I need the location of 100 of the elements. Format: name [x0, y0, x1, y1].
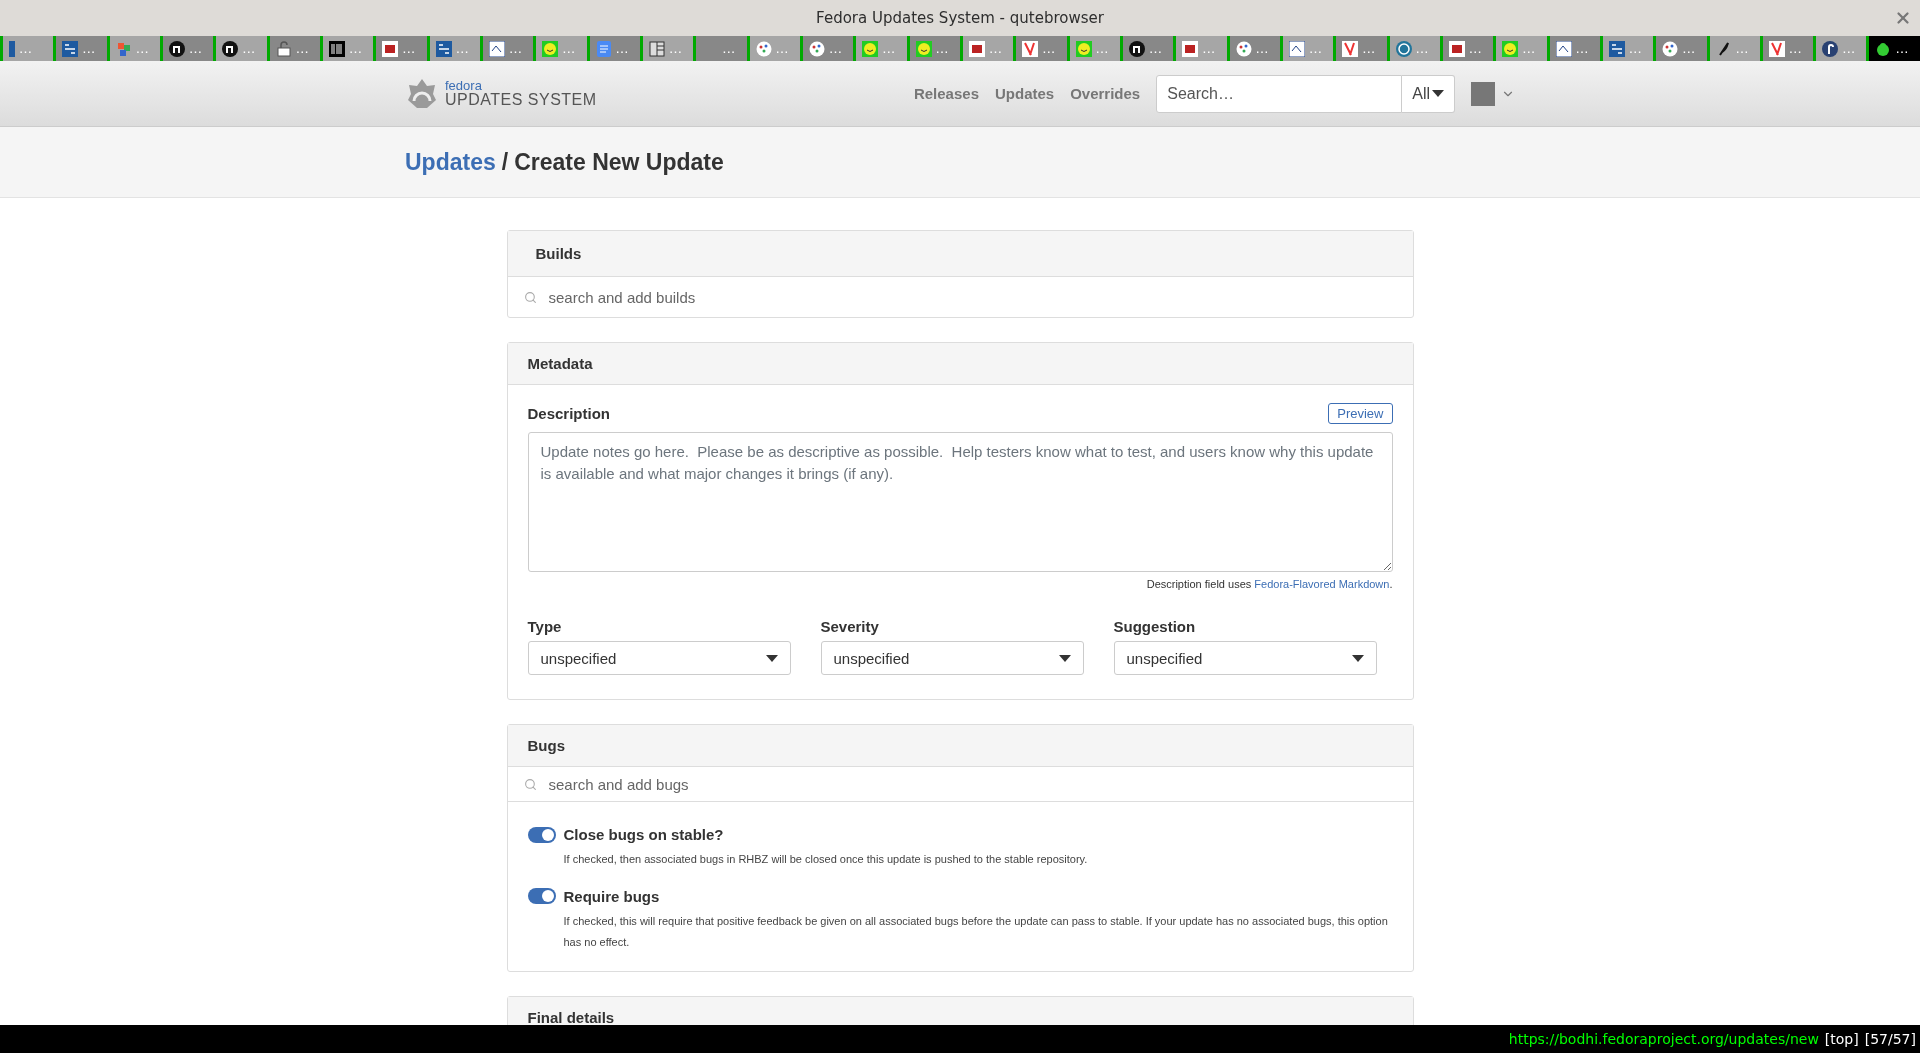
- browser-tab[interactable]: …: [106, 36, 160, 61]
- favicon-icon: [488, 40, 505, 57]
- logo-brand-text: fedora: [445, 79, 483, 92]
- browser-tab[interactable]: …: [1866, 36, 1920, 61]
- markdown-help-text: Description field uses Fedora-Flavored Markdown.: [1145, 578, 1393, 590]
- favicon-icon: [169, 40, 185, 57]
- select-field[interactable]: unspecified: [1113, 641, 1377, 675]
- browser-tab[interactable]: …: [1759, 36, 1814, 61]
- scroll-position: [top]: [1824, 1031, 1859, 1047]
- nav-link[interactable]: Updates: [995, 85, 1055, 102]
- browser-tab[interactable]: …: [1013, 36, 1067, 61]
- browser-tab[interactable]: …: [586, 36, 640, 61]
- favicon-icon: [1342, 40, 1359, 57]
- description-field[interactable]: Update notes go here. Please be as descriptive as possible. Help testers know what to test, and users know why this update is available and what major changes it brings (if any).: [527, 432, 1393, 572]
- favicon-icon: [862, 40, 879, 57]
- select-field[interactable]: unspecified: [820, 641, 1084, 675]
- close-icon[interactable]: [1894, 9, 1912, 27]
- browser-tab[interactable]: …: [213, 36, 267, 61]
- browser-tab[interactable]: …: [1386, 36, 1440, 61]
- search-field[interactable]: Search…: [1156, 74, 1403, 113]
- scope-dropdown[interactable]: All: [1402, 74, 1455, 113]
- browser-tab[interactable]: …: [1706, 36, 1760, 61]
- browser-tab[interactable]: …: [1653, 36, 1707, 61]
- browser-tab[interactable]: …: [1119, 36, 1174, 61]
- breadcrumb-link[interactable]: Updates: [405, 148, 496, 176]
- browser-tab[interactable]: …: [266, 36, 320, 61]
- favicon-icon: [595, 40, 612, 57]
- dropdown-caret-icon: [1058, 654, 1071, 662]
- browser-tab[interactable]: …: [959, 36, 1014, 61]
- browser-tab[interactable]: …: [1493, 36, 1547, 61]
- toggle-switch[interactable]: [527, 888, 556, 905]
- nav-link[interactable]: Overrides: [1070, 85, 1141, 102]
- favicon-icon: [275, 40, 292, 57]
- favicon-icon: [1875, 40, 1892, 57]
- browser-tab[interactable]: …: [373, 36, 427, 61]
- option-help-text: If checked, then associated bugs in RHBZ will be closed once this update is pushed to the stable repository.: [563, 852, 1089, 867]
- favicon-icon: [222, 40, 239, 57]
- browser-tab[interactable]: …: [1599, 36, 1654, 61]
- browser-tab[interactable]: …: [906, 36, 960, 61]
- browser-tab[interactable]: …: [1066, 36, 1120, 61]
- favicon-icon: [542, 40, 559, 57]
- window-title: Fedora Updates System - qutebrowser: [816, 9, 1104, 27]
- browser-tab[interactable]: …: [319, 36, 374, 61]
- panel-heading: Final details: [507, 996, 1413, 1025]
- toggle-switch[interactable]: [527, 826, 556, 843]
- nav-link[interactable]: Releases: [913, 85, 979, 102]
- preview-button[interactable]: Preview: [1328, 403, 1393, 424]
- browser-tab[interactable]: …: [1813, 36, 1867, 61]
- favicon-icon: [1288, 40, 1305, 57]
- browser-tab[interactable]: …: [533, 36, 587, 61]
- favicon-icon: [1395, 40, 1412, 57]
- browser-tab[interactable]: …: [1546, 36, 1600, 61]
- dropdown-caret-icon: [765, 654, 778, 662]
- status-url: https://bodhi.fedoraproject.org/updates/new: [1508, 1031, 1819, 1047]
- browser-tab[interactable]: …: [1226, 36, 1280, 61]
- browser-tab[interactable]: …: [1333, 36, 1387, 61]
- select-field[interactable]: unspecified: [527, 641, 791, 675]
- breadcrumb-separator: /: [501, 148, 509, 176]
- favicon-icon: [1182, 40, 1199, 57]
- browser-tab[interactable]: …: [639, 36, 694, 61]
- favicon-icon: [1768, 40, 1785, 57]
- favicon-icon: [1608, 40, 1625, 57]
- browser-tab[interactable]: …: [426, 36, 480, 61]
- browser-tab[interactable]: …: [1439, 36, 1494, 61]
- avatar-placeholder[interactable]: [1471, 81, 1495, 106]
- favicon-icon: [1502, 40, 1519, 57]
- dropdown-caret-icon: [1351, 654, 1364, 662]
- browser-tab[interactable]: …: [1173, 36, 1227, 61]
- favicon-icon: [1022, 40, 1039, 57]
- favicon-icon: [1662, 40, 1679, 57]
- browser-tab[interactable]: …: [160, 36, 214, 61]
- browser-tab[interactable]: …: [693, 36, 747, 61]
- browser-tab[interactable]: …: [0, 36, 54, 61]
- field-label: Suggestion: [1113, 618, 1197, 635]
- logo-product-text: UPDATES SYSTEM: [445, 92, 597, 108]
- favicon-icon: [648, 40, 665, 57]
- favicon-icon: [382, 40, 399, 57]
- favicon-icon: [1555, 40, 1572, 57]
- favicon-icon: [1235, 40, 1252, 57]
- search-icon: [523, 777, 537, 791]
- favicon-icon: [1448, 40, 1465, 57]
- dropdown-caret-icon: [1432, 90, 1444, 97]
- tab-index: [57/57]: [1864, 1031, 1916, 1047]
- browser-tab[interactable]: …: [799, 36, 854, 61]
- favicon-icon: [328, 40, 345, 57]
- favicon-icon: [1128, 40, 1145, 57]
- browser-tab[interactable]: …: [479, 36, 534, 61]
- field-label: Description: [527, 405, 610, 422]
- favicon-icon: [755, 40, 772, 57]
- page-title: Create New Update: [514, 148, 724, 176]
- favicon-icon: [915, 40, 932, 57]
- browser-tab[interactable]: …: [1279, 36, 1334, 61]
- favicon-icon: [9, 40, 15, 57]
- browser-tab[interactable]: …: [746, 36, 800, 61]
- browser-tab[interactable]: …: [53, 36, 107, 61]
- browser-tab[interactable]: …: [853, 36, 907, 61]
- favicon-icon: [435, 40, 452, 57]
- favicon-icon: [1075, 40, 1092, 57]
- favicon-icon: [808, 40, 825, 57]
- favicon-icon: [1822, 40, 1839, 57]
